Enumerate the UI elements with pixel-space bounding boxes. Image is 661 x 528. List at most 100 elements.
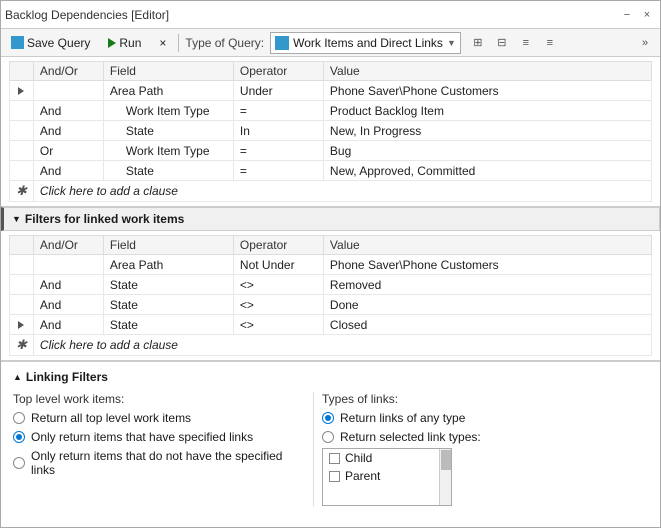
operator-cell[interactable]: Under [233,81,323,101]
operator-cell[interactable]: = [233,141,323,161]
radio-label: Only return items that do not have the s… [31,449,297,477]
table-row[interactable]: And State <> Done [10,295,652,315]
radio-circle [13,431,25,443]
value-cell[interactable]: Closed [323,315,651,335]
value-cell[interactable]: Done [323,295,651,315]
field-cell[interactable]: Work Item Type [103,141,233,161]
toolbar-icon-2[interactable]: ⊟ [491,32,513,54]
field-cell[interactable]: Work Item Type [103,101,233,121]
left-radio-item-2[interactable]: Only return items that do not have the s… [13,449,297,477]
value-cell[interactable]: New, Approved, Committed [323,161,651,181]
value-cell[interactable]: Product Backlog Item [323,101,651,121]
toolbar-icon-3[interactable]: ≡ [515,32,537,54]
top-query-section: And/Or Field Operator Value Area Path Un… [1,57,660,206]
table-row[interactable]: And State <> Closed [10,315,652,335]
table-row[interactable]: And State = New, Approved, Committed [10,161,652,181]
toolbar-icon-1[interactable]: ⊞ [467,32,489,54]
add-clause-row[interactable]: ✱ Click here to add a clause [10,181,652,202]
andor-cell[interactable]: And [33,295,103,315]
linked-query-section: And/Or Field Operator Value Area Path No… [1,231,660,360]
save-query-button[interactable]: Save Query [5,32,96,54]
run-icon [108,38,116,48]
toolbar-icon-4[interactable]: ≡ [539,32,561,54]
query-type-label: Work Items and Direct Links [293,36,443,50]
operator-cell[interactable]: <> [233,315,323,335]
andor-cell[interactable]: And [33,275,103,295]
table-row[interactable]: Area Path Under Phone Saver\Phone Custom… [10,81,652,101]
col-header-value: Value [323,62,651,81]
add-asterisk: ✱ [10,181,34,202]
type-label: Type of Query: [185,36,264,50]
andor-cell[interactable]: Or [33,141,103,161]
andor-cell[interactable]: And [33,121,103,141]
link-type-item-0[interactable]: Child [323,449,451,467]
andor-cell[interactable] [33,81,103,101]
left-radio-item-1[interactable]: Only return items that have specified li… [13,430,297,444]
toolbar: Save Query Run × Type of Query: Work Ite… [1,29,660,57]
row-arrow-cell [10,295,34,315]
andor-cell[interactable]: And [33,315,103,335]
table-row[interactable]: Area Path Not Under Phone Saver\Phone Cu… [10,255,652,275]
left-radio-item-0[interactable]: Return all top level work items [13,411,297,425]
add-clause-label[interactable]: Click here to add a clause [33,181,651,202]
lcol-header-andor: And/Or [33,236,103,255]
cancel-button[interactable]: × [153,32,172,54]
linking-left-col: Top level work items: Return all top lev… [13,392,313,506]
field-cell[interactable]: State [103,295,233,315]
run-button[interactable]: Run [102,32,147,54]
row-arrow-cell [10,101,34,121]
field-cell[interactable]: State [103,121,233,141]
linking-filters-section: ▲ Linking Filters Top level work items: … [1,361,660,514]
table-row[interactable]: And State <> Removed [10,275,652,295]
operator-cell[interactable]: = [233,101,323,121]
radio-label: Return selected link types: [340,430,481,444]
toolbar-overflow-button[interactable]: » [634,32,656,54]
value-cell[interactable]: New, In Progress [323,121,651,141]
value-cell[interactable]: Phone Saver\Phone Customers [323,255,651,275]
add-clause-label[interactable]: Click here to add a clause [33,335,651,356]
andor-cell[interactable]: And [33,101,103,121]
right-radio-item-0[interactable]: Return links of any type [322,411,648,425]
operator-cell[interactable]: = [233,161,323,181]
scrollbar [439,449,451,505]
right-radio-item-1[interactable]: Return selected link types: [322,430,648,444]
link-type-item-1[interactable]: Parent [323,467,451,485]
field-cell[interactable]: State [103,315,233,335]
close-button[interactable]: × [638,6,656,24]
field-cell[interactable]: Area Path [103,255,233,275]
table-row[interactable]: And Work Item Type = Product Backlog Ite… [10,101,652,121]
table-row[interactable]: And State In New, In Progress [10,121,652,141]
value-cell[interactable]: Removed [323,275,651,295]
cancel-label: × [159,36,166,50]
field-cell[interactable]: Area Path [103,81,233,101]
run-label: Run [119,36,141,50]
linked-section-title: Filters for linked work items [25,212,184,226]
operator-cell[interactable]: Not Under [233,255,323,275]
field-cell[interactable]: State [103,275,233,295]
operator-cell[interactable]: In [233,121,323,141]
row-arrow-cell [10,81,34,101]
checkbox [329,453,340,464]
field-cell[interactable]: State [103,161,233,181]
linking-filters-label: Linking Filters [26,370,108,384]
scrollbar-thumb [441,450,451,470]
main-window: Backlog Dependencies [Editor] − × Save Q… [0,0,661,528]
radio-circle [13,457,25,469]
add-asterisk: ✱ [10,335,34,356]
andor-cell[interactable]: And [33,161,103,181]
add-clause-row[interactable]: ✱ Click here to add a clause [10,335,652,356]
value-cell[interactable]: Phone Saver\Phone Customers [323,81,651,101]
pin-button[interactable]: − [618,6,636,24]
operator-cell[interactable]: <> [233,295,323,315]
andor-cell[interactable] [33,255,103,275]
radio-label: Return all top level work items [31,411,191,425]
link-types-listbox[interactable]: Child Parent [322,448,452,506]
table-row[interactable]: Or Work Item Type = Bug [10,141,652,161]
lcol-header-field: Field [103,236,233,255]
lcol-header-operator: Operator [233,236,323,255]
value-cell[interactable]: Bug [323,141,651,161]
link-types-radio-group: Return links of any type Return selected… [322,411,648,444]
lcol-header-value: Value [323,236,651,255]
query-type-dropdown[interactable]: Work Items and Direct Links ▼ [270,32,461,54]
operator-cell[interactable]: <> [233,275,323,295]
